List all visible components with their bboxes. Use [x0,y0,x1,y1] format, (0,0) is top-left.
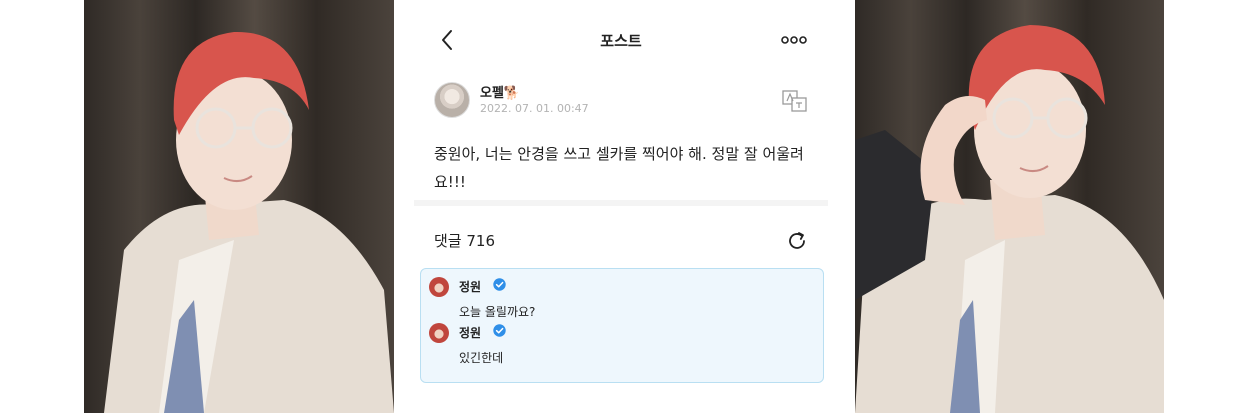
artist-reply: 정원 있긴한데 [429,323,809,367]
reply-text: 오늘 올릴까요? [459,305,536,319]
reply-text: 있긴한데 [459,351,504,365]
reply-author-name[interactable]: 정원 [459,324,481,341]
post-content: 중원아, 너는 안경을 쓰고 셀카를 찍어야 해. 정말 잘 어울려요!!! [434,145,804,191]
section-divider [414,200,828,206]
refresh-button[interactable] [786,230,808,252]
more-button[interactable] [780,32,808,48]
artist-reply-box[interactable]: 정원 오늘 올릴까요? 정원 있긴한데 [420,268,824,383]
reply-avatar[interactable] [429,323,449,343]
more-dots-icon [781,36,807,44]
page-title: 포스트 [600,32,642,50]
left-selfie-illustration [104,31,394,413]
post-author: 오펠🐕 2022. 07. 01. 00:47 [434,82,808,122]
author-avatar[interactable] [434,82,470,118]
comments-count-label: 댓글 716 [434,232,495,250]
translate-button[interactable] [782,90,808,112]
reply-author-name[interactable]: 정원 [459,278,481,295]
refresh-icon [789,232,805,249]
right-selfie-illustration [855,25,1164,413]
collage-canvas: 포스트 오펠🐕 2022. 07. 01. 00:47 중원아, 너는 안경을 … [0,0,1242,413]
artist-reply: 정원 오늘 올릴까요? [429,277,809,321]
verified-badge-icon [493,324,506,337]
verified-badge-icon [493,278,506,291]
comments-header: 댓글 716 [434,230,808,254]
post-date: 2022. 07. 01. 00:47 [480,102,589,115]
translate-icon [782,90,807,112]
left-selfie-photo [84,0,394,413]
reply-avatar[interactable] [429,277,449,297]
post-screen: 포스트 오펠🐕 2022. 07. 01. 00:47 중원아, 너는 안경을 … [414,0,828,413]
author-name[interactable]: 오펠🐕 [480,82,520,101]
top-bar: 포스트 [414,18,828,62]
right-selfie-photo [855,0,1164,413]
